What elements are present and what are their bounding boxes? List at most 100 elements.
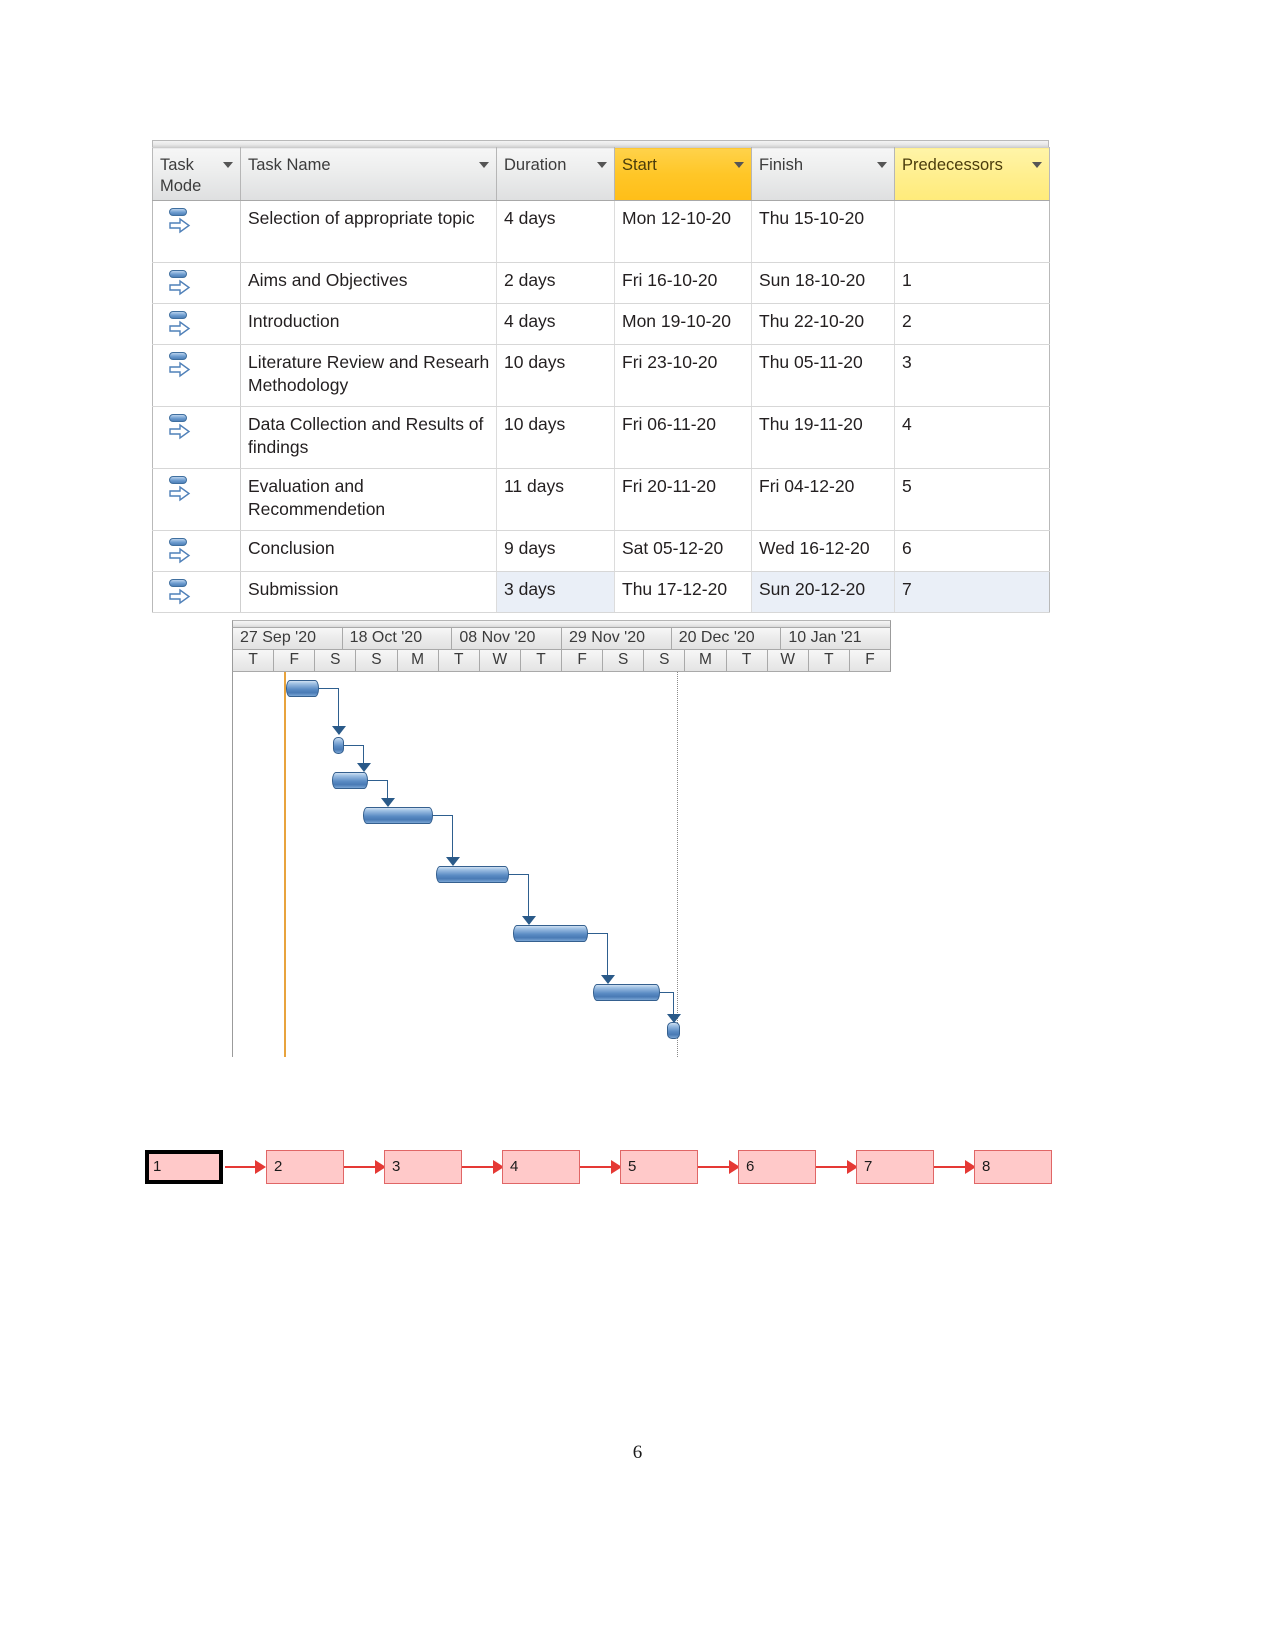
cell-task-name[interactable]: Evaluation and Recommendetion	[240, 468, 497, 532]
column-header-start[interactable]: Start	[614, 146, 752, 202]
cell-start[interactable]: Fri 23-10-20	[614, 344, 752, 408]
cell-start[interactable]: Sat 05-12-20	[614, 530, 752, 573]
cell-predecessors[interactable]: 7	[894, 571, 1050, 614]
cell-task-name[interactable]: Selection of appropriate topic	[240, 200, 497, 264]
table-row[interactable]: Evaluation and Recommendetion 11 days Fr…	[152, 468, 1050, 532]
table-header-row: Task Mode Task Name Duration Start Finis…	[152, 146, 1050, 202]
cell-finish[interactable]: Thu 05-11-20	[751, 344, 895, 408]
cell-duration[interactable]: 10 days	[496, 344, 615, 408]
cell-task-mode[interactable]	[152, 303, 241, 346]
cell-duration[interactable]: 11 days	[496, 468, 615, 532]
gantt-bar-task-1[interactable]	[286, 680, 319, 697]
cell-start[interactable]: Thu 17-12-20	[614, 571, 752, 614]
gantt-bar-task-4[interactable]	[363, 807, 433, 824]
cell-task-name[interactable]: Aims and Objectives	[240, 262, 497, 305]
network-node-1[interactable]: 1	[145, 1150, 223, 1184]
network-node-5[interactable]: 5	[620, 1150, 698, 1184]
table-row[interactable]: Introduction 4 days Mon 19-10-20 Thu 22-…	[152, 303, 1050, 346]
cell-duration[interactable]: 10 days	[496, 406, 615, 470]
cell-predecessors[interactable]: 1	[894, 262, 1050, 305]
cell-duration[interactable]: 9 days	[496, 530, 615, 573]
gantt-bar-task-5[interactable]	[436, 866, 509, 883]
cell-task-mode[interactable]	[152, 200, 241, 264]
cell-finish[interactable]: Wed 16-12-20	[751, 530, 895, 573]
cell-start[interactable]: Fri 20-11-20	[614, 468, 752, 532]
auto-schedule-icon	[168, 207, 194, 235]
table-row[interactable]: Data Collection and Results of findings …	[152, 406, 1050, 470]
gantt-bar-task-8[interactable]	[667, 1022, 680, 1039]
cell-task-mode[interactable]	[152, 571, 241, 614]
cell-duration[interactable]: 4 days	[496, 200, 615, 264]
column-header-finish[interactable]: Finish	[751, 146, 895, 202]
network-node-7[interactable]: 7	[856, 1150, 934, 1184]
network-node-6[interactable]: 6	[738, 1150, 816, 1184]
table-row[interactable]: Literature Review and Researh Methodolog…	[152, 344, 1050, 408]
chevron-down-icon[interactable]	[877, 162, 887, 168]
cell-finish[interactable]: Sun 18-10-20	[751, 262, 895, 305]
cell-start[interactable]: Fri 16-10-20	[614, 262, 752, 305]
network-node-label: 3	[392, 1158, 401, 1175]
column-header-duration[interactable]: Duration	[496, 146, 615, 202]
timescale-day: T	[727, 650, 768, 671]
cell-task-mode[interactable]	[152, 262, 241, 305]
cell-duration[interactable]: 2 days	[496, 262, 615, 305]
table-row[interactable]: Conclusion 9 days Sat 05-12-20 Wed 16-12…	[152, 530, 1050, 573]
cell-finish[interactable]: Thu 19-11-20	[751, 406, 895, 470]
network-node-2[interactable]: 2	[266, 1150, 344, 1184]
chevron-down-icon[interactable]	[734, 162, 744, 168]
dependency-arrow-5-6	[522, 916, 536, 925]
cell-start[interactable]: Mon 12-10-20	[614, 200, 752, 264]
gantt-bars-area[interactable]	[232, 672, 891, 1057]
gantt-bar-task-3[interactable]	[332, 772, 368, 789]
gantt-bar-task-7[interactable]	[593, 984, 660, 1001]
dependency-arrow-6-7	[601, 975, 615, 984]
chevron-down-icon[interactable]	[223, 162, 233, 168]
cell-finish[interactable]: Thu 22-10-20	[751, 303, 895, 346]
cell-task-mode[interactable]	[152, 344, 241, 408]
cell-duration[interactable]: 4 days	[496, 303, 615, 346]
dependency-arrow-2-3	[357, 763, 371, 772]
chevron-down-icon[interactable]	[479, 162, 489, 168]
cell-predecessors[interactable]: 2	[894, 303, 1050, 346]
cell-predecessors[interactable]	[894, 200, 1050, 264]
cell-predecessors[interactable]: 5	[894, 468, 1050, 532]
cell-predecessors[interactable]: 3	[894, 344, 1050, 408]
cell-finish[interactable]: Fri 04-12-20	[751, 468, 895, 532]
cell-start[interactable]: Mon 19-10-20	[614, 303, 752, 346]
cell-task-name[interactable]: Conclusion	[240, 530, 497, 573]
timescale-day: M	[685, 650, 727, 671]
column-header-finish-label: Finish	[759, 156, 804, 174]
cell-task-name[interactable]: Literature Review and Researh Methodolog…	[240, 344, 497, 408]
table-row[interactable]: Selection of appropriate topic 4 days Mo…	[152, 200, 1050, 264]
chevron-down-icon[interactable]	[1032, 162, 1042, 168]
gantt-bar-task-2[interactable]	[333, 737, 344, 754]
cell-task-mode[interactable]	[152, 468, 241, 532]
column-header-task-name[interactable]: Task Name	[240, 146, 497, 202]
column-header-predecessors[interactable]: Predecessors	[894, 146, 1050, 202]
network-node-label: 8	[982, 1158, 991, 1175]
network-node-3[interactable]: 3	[384, 1150, 462, 1184]
cell-task-name[interactable]: Data Collection and Results of findings	[240, 406, 497, 470]
network-node-8[interactable]: 8	[974, 1150, 1052, 1184]
cell-predecessors[interactable]: 6	[894, 530, 1050, 573]
cell-task-mode[interactable]	[152, 530, 241, 573]
gantt-bar-task-6[interactable]	[513, 925, 588, 942]
chevron-down-icon[interactable]	[597, 162, 607, 168]
cell-task-name[interactable]: Introduction	[240, 303, 497, 346]
table-top-edge	[152, 140, 1049, 147]
auto-schedule-icon	[168, 310, 194, 338]
table-row[interactable]: Submission 3 days Thu 17-12-20 Sun 20-12…	[152, 571, 1050, 614]
cell-finish[interactable]: Sun 20-12-20	[751, 571, 895, 614]
cell-finish[interactable]: Thu 15-10-20	[751, 200, 895, 264]
cell-duration[interactable]: 3 days	[496, 571, 615, 614]
column-header-task-mode[interactable]: Task Mode	[152, 146, 241, 202]
dependency-arrow-3-4	[381, 798, 395, 807]
cell-predecessors[interactable]: 4	[894, 406, 1050, 470]
cell-task-mode[interactable]	[152, 406, 241, 470]
cell-start[interactable]: Fri 06-11-20	[614, 406, 752, 470]
network-node-4[interactable]: 4	[502, 1150, 580, 1184]
timescale-week: 20 Dec '20	[672, 628, 782, 649]
network-node-label: 1	[153, 1158, 162, 1175]
cell-task-name[interactable]: Submission	[240, 571, 497, 614]
table-row[interactable]: Aims and Objectives 2 days Fri 16-10-20 …	[152, 262, 1050, 305]
